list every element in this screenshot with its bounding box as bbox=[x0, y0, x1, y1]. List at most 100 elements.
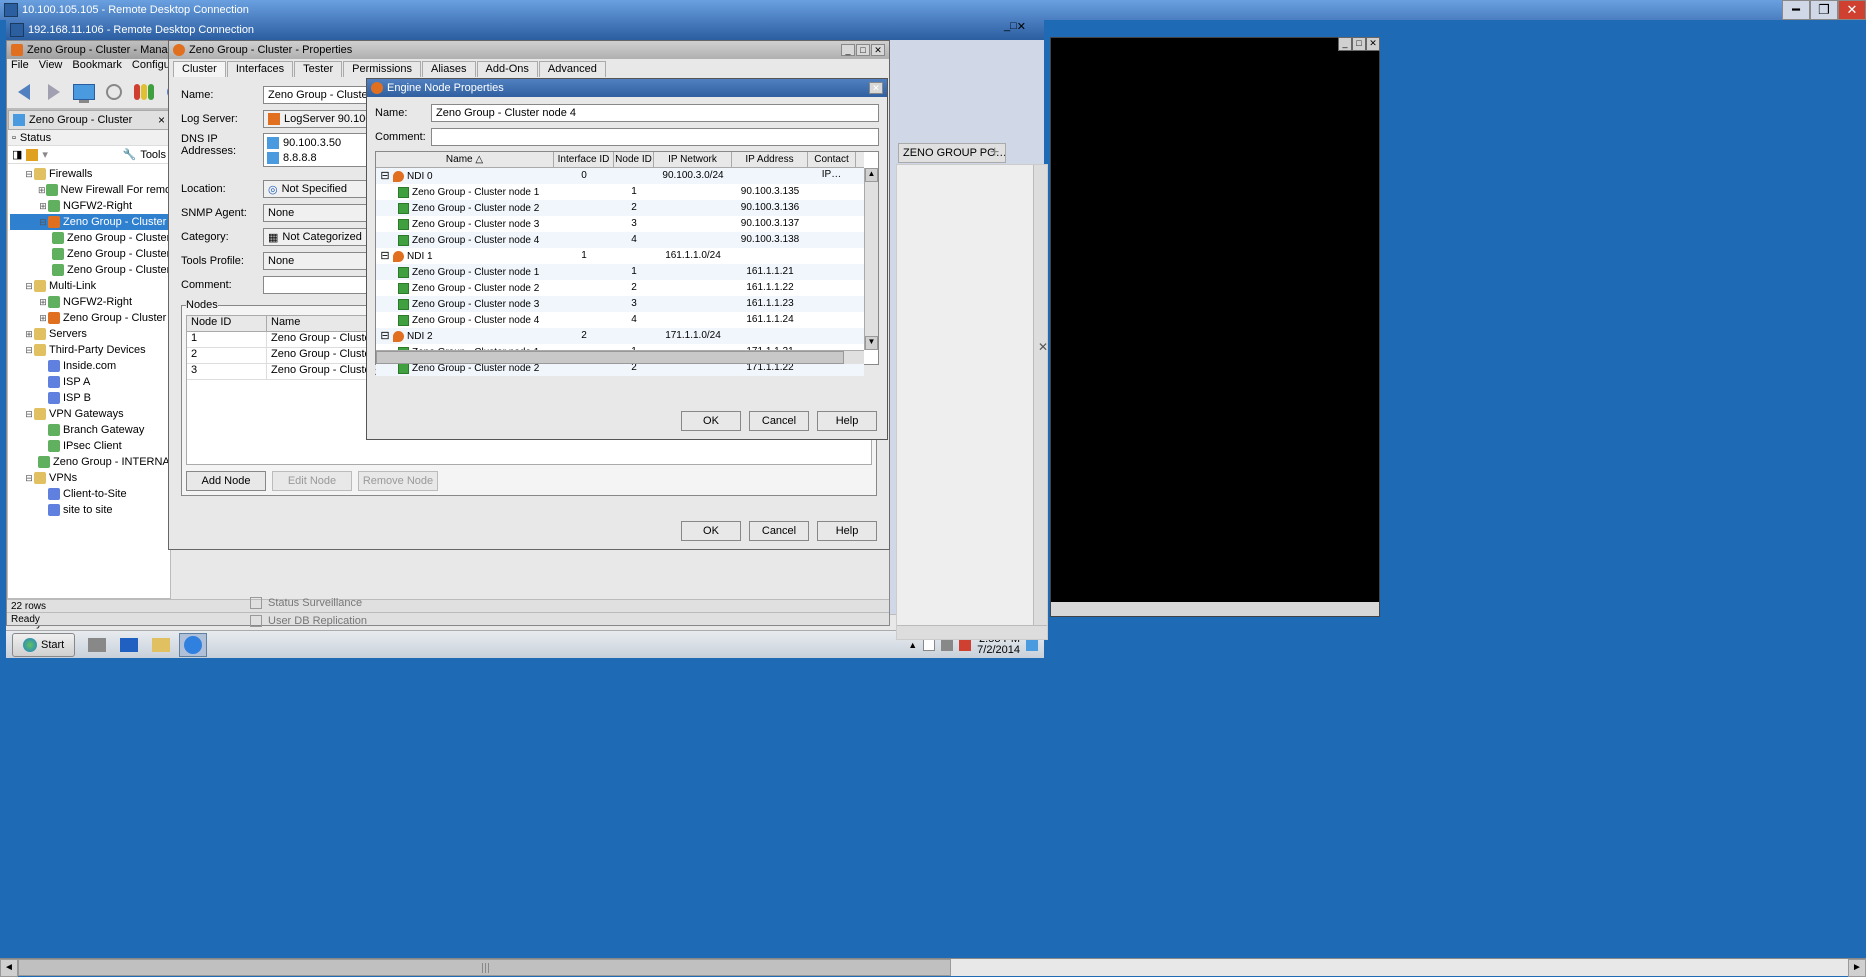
close-button[interactable]: ✕ bbox=[1838, 0, 1866, 20]
table-row[interactable]: ⊟NDI 11161.1.1.0/24 bbox=[376, 248, 864, 264]
tree-item[interactable]: Zeno Group - Cluster no bbox=[10, 246, 168, 262]
monitor-button[interactable] bbox=[71, 79, 97, 105]
tree-item[interactable]: Client-to-Site bbox=[10, 486, 168, 502]
tree-item[interactable]: Zeno Group - INTERNAL GV bbox=[10, 454, 168, 470]
chk-status-surv[interactable]: Status Surveillance bbox=[250, 594, 890, 612]
wrench-icon[interactable]: 🔧 bbox=[123, 148, 137, 161]
tray-show-desktop[interactable] bbox=[1026, 639, 1038, 651]
horizontal-scrollbar[interactable] bbox=[1051, 602, 1379, 616]
close-button[interactable]: ✕ bbox=[871, 44, 885, 56]
chk-user-db-repl[interactable]: User DB Replication bbox=[250, 612, 890, 630]
task-folder[interactable] bbox=[147, 633, 175, 657]
tree-item[interactable]: ⊞NGFW2-Right bbox=[10, 294, 168, 310]
tree-item[interactable]: ⊞NGFW2-Right bbox=[10, 198, 168, 214]
col-interfaceid[interactable]: Interface ID bbox=[554, 152, 614, 167]
scroll-right-button[interactable]: ► bbox=[1848, 959, 1866, 977]
tree-item[interactable]: ISP A bbox=[10, 374, 168, 390]
tree-item[interactable]: Zeno Group - Cluster no bbox=[10, 262, 168, 278]
tree-item[interactable]: site to site bbox=[10, 502, 168, 518]
tree-item[interactable]: ⊞New Firewall For remote tes bbox=[10, 182, 168, 198]
tray-sound-icon[interactable] bbox=[959, 639, 971, 651]
minimize-button[interactable]: ━ bbox=[1782, 0, 1810, 20]
filter-icon[interactable]: ◨ bbox=[12, 148, 22, 161]
table-row[interactable]: ⊟NDI 0090.100.3.0/24 bbox=[376, 168, 864, 184]
tree-item[interactable]: ⊟VPN Gateways bbox=[10, 406, 168, 422]
close-button[interactable]: ✕ bbox=[1366, 37, 1380, 51]
table-row[interactable]: Zeno Group - Cluster node 33161.1.1.23 bbox=[376, 296, 864, 312]
scroll-thumb[interactable] bbox=[18, 959, 951, 976]
tab-cluster[interactable]: Cluster bbox=[173, 61, 226, 77]
tree-item[interactable]: ⊟Zeno Group - Cluster bbox=[10, 214, 168, 230]
table-row[interactable]: Zeno Group - Cluster node 3390.100.3.137 bbox=[376, 216, 864, 232]
maximize-button[interactable]: ❐ bbox=[1810, 0, 1838, 20]
horizontal-scrollbar[interactable] bbox=[376, 350, 864, 364]
tools-label[interactable]: Tools bbox=[140, 149, 166, 161]
close-icon[interactable]: × bbox=[158, 113, 165, 127]
close-button[interactable]: ✕ bbox=[1017, 20, 1026, 33]
table-row[interactable]: Zeno Group - Cluster node 2290.100.3.136 bbox=[376, 200, 864, 216]
panel-close-button[interactable]: ✕ bbox=[1038, 340, 1050, 352]
tab-aliases[interactable]: Aliases bbox=[422, 61, 475, 77]
close-button[interactable]: ✕ bbox=[869, 82, 883, 94]
menu-bookmark[interactable]: Bookmark bbox=[72, 59, 122, 75]
col-ipaddress[interactable]: IP Address bbox=[732, 152, 808, 167]
horizontal-scrollbar[interactable] bbox=[897, 625, 1047, 639]
maximize-button[interactable]: □ bbox=[856, 44, 870, 56]
tree-item[interactable]: IPsec Client bbox=[10, 438, 168, 454]
scroll-left-button[interactable]: ◄ bbox=[0, 959, 18, 977]
tree-item[interactable]: Inside.com bbox=[10, 358, 168, 374]
col-contactip[interactable]: Contact IP… bbox=[808, 152, 856, 167]
maximize-button[interactable]: □ bbox=[1352, 37, 1366, 51]
tab-tester[interactable]: Tester bbox=[294, 61, 342, 77]
add-tab-button[interactable]: + bbox=[990, 144, 999, 162]
outer-scrollbar[interactable]: ◄ ► bbox=[0, 958, 1866, 976]
table-row[interactable]: Zeno Group - Cluster node 44161.1.1.24 bbox=[376, 312, 864, 328]
minimize-button[interactable]: _ bbox=[1338, 37, 1352, 51]
tab-interfaces[interactable]: Interfaces bbox=[227, 61, 293, 77]
table-row[interactable]: Zeno Group - Cluster node 11161.1.1.21 bbox=[376, 264, 864, 280]
status-lights-button[interactable] bbox=[131, 79, 157, 105]
task-explorer[interactable] bbox=[83, 633, 111, 657]
tree-item[interactable]: ⊟Firewalls bbox=[10, 166, 168, 182]
cancel-button[interactable]: Cancel bbox=[749, 411, 809, 431]
ok-button[interactable]: OK bbox=[681, 521, 741, 541]
add-node-button[interactable]: Add Node bbox=[186, 471, 266, 491]
cancel-button[interactable]: Cancel bbox=[749, 521, 809, 541]
side-tab[interactable]: Zeno Group - Cluster × bbox=[8, 110, 170, 130]
props-titlebar[interactable]: Zeno Group - Cluster - Properties _ □ ✕ bbox=[169, 41, 889, 59]
help-button[interactable]: Help bbox=[817, 521, 877, 541]
vertical-scrollbar[interactable] bbox=[1033, 165, 1047, 625]
col-ipnetwork[interactable]: IP Network bbox=[654, 152, 732, 167]
tree-item[interactable]: ⊟VPNs bbox=[10, 470, 168, 486]
ok-button[interactable]: OK bbox=[681, 411, 741, 431]
nav-forward-button[interactable] bbox=[41, 79, 67, 105]
col-name[interactable]: Name △ bbox=[376, 152, 554, 167]
col-nodeid[interactable]: Node ID bbox=[187, 316, 267, 331]
tree-item[interactable]: ⊟Multi-Link bbox=[10, 278, 168, 294]
tray-flag-icon[interactable] bbox=[923, 639, 935, 651]
engine-table[interactable]: Name △ Interface ID Node ID IP Network I… bbox=[375, 151, 879, 365]
vertical-scrollbar[interactable]: ▲▼ bbox=[864, 168, 878, 350]
tab-permissions[interactable]: Permissions bbox=[343, 61, 421, 77]
hierarchy-icon[interactable] bbox=[26, 149, 38, 161]
tree-item[interactable]: Branch Gateway bbox=[10, 422, 168, 438]
tab-addons[interactable]: Add-Ons bbox=[477, 61, 538, 77]
nav-back-button[interactable] bbox=[11, 79, 37, 105]
table-row[interactable]: Zeno Group - Cluster node 22161.1.1.22 bbox=[376, 280, 864, 296]
menu-view[interactable]: View bbox=[39, 59, 63, 75]
tree-item[interactable]: Zeno Group - Cluster no bbox=[10, 230, 168, 246]
tree-item[interactable]: ⊞Zeno Group - Cluster bbox=[10, 310, 168, 326]
tree-item[interactable]: ⊟Third-Party Devices bbox=[10, 342, 168, 358]
engine-titlebar[interactable]: Engine Node Properties ✕ bbox=[367, 79, 887, 97]
minimize-button[interactable]: _ bbox=[841, 44, 855, 56]
tree-item[interactable]: ⊞Servers bbox=[10, 326, 168, 342]
settings-button[interactable] bbox=[101, 79, 127, 105]
table-row[interactable]: Zeno Group - Cluster node 4490.100.3.138 bbox=[376, 232, 864, 248]
tree-item[interactable]: ISP B bbox=[10, 390, 168, 406]
engine-name-field[interactable]: Zeno Group - Cluster node 4 bbox=[431, 104, 879, 122]
menu-file[interactable]: File bbox=[11, 59, 29, 75]
maximize-button[interactable]: □ bbox=[1010, 20, 1017, 33]
col-nodeid[interactable]: Node ID bbox=[614, 152, 654, 167]
side-status[interactable]: ▫Status bbox=[8, 130, 170, 146]
table-row[interactable]: ⊟NDI 22171.1.1.0/24 bbox=[376, 328, 864, 344]
